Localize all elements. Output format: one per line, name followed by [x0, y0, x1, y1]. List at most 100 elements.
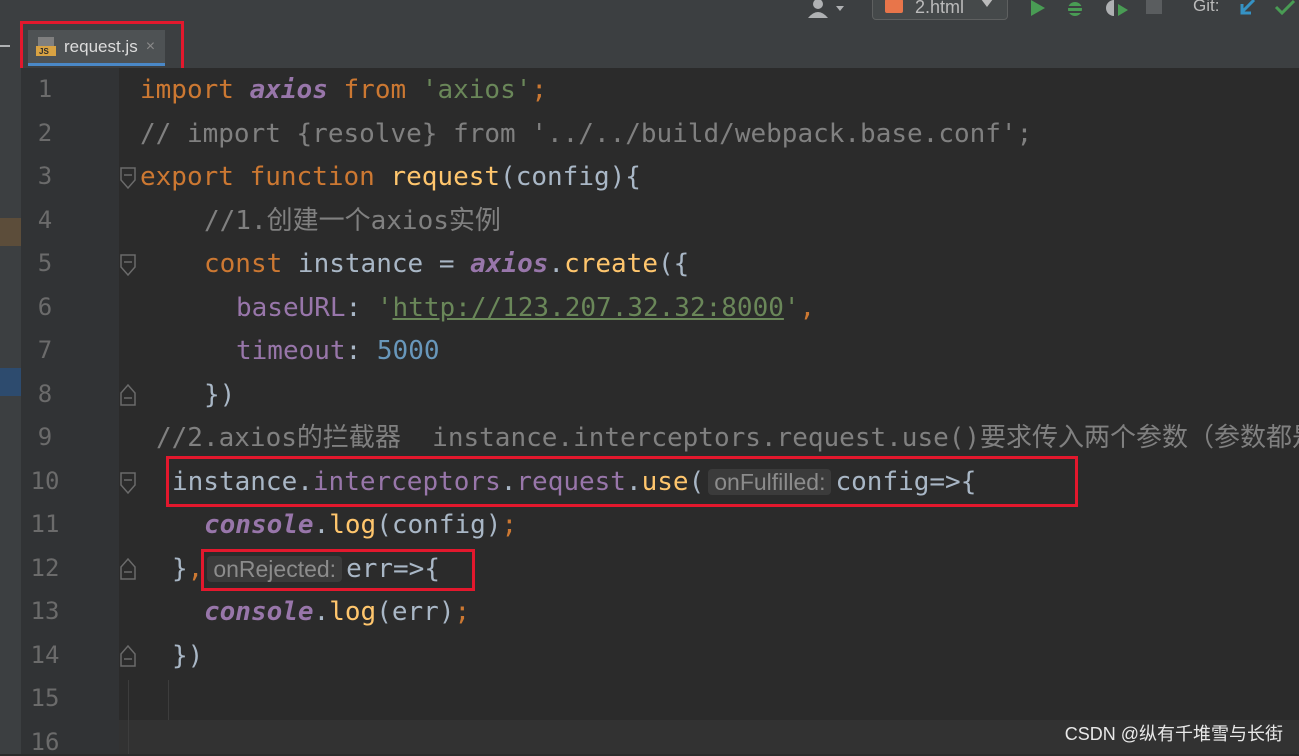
left-tool-strip: [0, 68, 21, 754]
semicolon: ;: [454, 597, 471, 627]
fold-open-icon[interactable]: [118, 166, 138, 190]
code-text: :: [345, 336, 377, 366]
line-number: 4: [37, 206, 53, 234]
code-text: err=>{: [346, 554, 440, 584]
bookmark-marker: [0, 368, 21, 396]
fold-close-icon[interactable]: [118, 557, 138, 581]
code-text: (err): [376, 597, 455, 627]
run-config-select[interactable]: 2.html: [872, 0, 1008, 20]
line-number: 13: [30, 597, 60, 625]
method-name: use: [641, 467, 689, 497]
line-number: 8: [37, 380, 53, 408]
property-name: timeout: [236, 336, 346, 366]
code-line-5: const instance = axios.create({: [204, 247, 689, 281]
line-number: 15: [30, 684, 60, 712]
code-text: (config){: [500, 162, 641, 192]
code-text: ({: [657, 249, 690, 279]
number-literal: 5000: [376, 336, 440, 366]
identifier: console: [204, 510, 314, 540]
code-text: .: [313, 510, 330, 540]
comma: ,: [187, 554, 204, 584]
code-line-13: console.log(err);: [204, 595, 470, 629]
fold-close-icon[interactable]: [118, 644, 138, 668]
string-literal: 'axios': [421, 75, 532, 105]
comma: ,: [799, 293, 816, 323]
chevron-down-icon: [981, 0, 993, 7]
line-number: 9: [37, 423, 53, 451]
code-line-2: // import {resolve} from '../../build/we…: [140, 119, 1033, 149]
code-line-12: }, onRejected: err=>{: [172, 552, 440, 586]
fold-close-icon[interactable]: [118, 383, 138, 407]
code-line-6: baseURL: 'http://123.207.32.32:8000',: [236, 291, 815, 325]
line-number: 14: [30, 641, 60, 669]
collapse-dash: [0, 45, 10, 47]
js-icon-text: JS: [39, 46, 49, 56]
keyword: export: [140, 162, 234, 192]
top-toolbar: 2.html Git:: [0, 0, 1299, 26]
property-name: interceptors: [312, 467, 501, 497]
string-quote: ': [783, 293, 800, 323]
keyword: import: [140, 75, 234, 105]
git-update-icon[interactable]: [1238, 0, 1258, 16]
parameter-hint: onFulfilled:: [708, 469, 832, 495]
tab-label: request.js: [64, 36, 138, 56]
keyword: function: [249, 162, 375, 192]
code-text: config=>{: [835, 467, 977, 497]
code-line-11: console.log(config);: [204, 508, 517, 542]
code-text: }: [172, 554, 188, 584]
semicolon: ;: [501, 510, 518, 540]
identifier: axios: [249, 75, 328, 105]
property-name: request: [516, 467, 626, 497]
code-line-10: instance.interceptors.request.use(onFulf…: [172, 465, 976, 499]
fold-open-icon[interactable]: [118, 253, 138, 277]
property-name: baseURL: [236, 293, 346, 323]
run-config-label: 2.html: [915, 0, 965, 17]
url-link[interactable]: http://123.207.32.32:8000: [393, 293, 784, 323]
semicolon: ;: [531, 75, 548, 105]
line-number: 16: [30, 728, 60, 756]
parameter-hint: onRejected:: [207, 556, 343, 582]
tab-request-js[interactable]: JS request.js ×: [28, 30, 166, 66]
code-text: instance: [172, 467, 298, 497]
code-text: (config): [376, 510, 502, 540]
git-commit-icon[interactable]: [1274, 0, 1296, 16]
html-file-icon: [885, 0, 903, 13]
identifier: axios: [470, 249, 549, 279]
git-label: Git:: [1193, 0, 1220, 15]
method-name: log: [329, 510, 377, 540]
method-name: log: [329, 597, 377, 627]
code-line-9: //2.axios的拦截器 instance.interceptors.requ…: [156, 423, 1299, 453]
close-icon[interactable]: ×: [146, 38, 155, 56]
code-text: .: [297, 467, 313, 497]
fold-open-icon[interactable]: [118, 471, 138, 495]
debug-icon[interactable]: [1064, 0, 1086, 16]
indent-guide: [128, 680, 129, 754]
line-number: 10: [30, 467, 60, 495]
indent-guide: [168, 680, 169, 720]
line-number: 3: [37, 162, 53, 190]
run-icon[interactable]: [1028, 0, 1048, 16]
identifier: console: [204, 597, 314, 627]
code-line-8: }): [204, 380, 236, 410]
stop-icon[interactable]: [1146, 0, 1162, 14]
bookmark-marker: [0, 218, 21, 246]
method-name: create: [564, 249, 658, 279]
code-line-7: timeout: 5000: [236, 334, 440, 368]
code-line-1: import axios from 'axios';: [140, 73, 547, 107]
code-text: (: [688, 467, 705, 497]
editor-tab-bar: [0, 26, 1299, 69]
line-number: 2: [37, 119, 53, 147]
line-number: 11: [30, 510, 60, 538]
code-line-4: //1.创建一个axios实例: [204, 206, 501, 236]
line-number: 12: [30, 554, 60, 582]
string-quote: ': [376, 293, 393, 323]
watermark: CSDN @纵有千堆雪与长街: [1064, 724, 1283, 744]
code-line-3: export function request(config){: [140, 160, 641, 194]
code-text: .: [548, 249, 565, 279]
keyword: from: [343, 75, 407, 105]
user-icon[interactable]: [806, 0, 846, 18]
js-file-icon: JS: [36, 36, 58, 57]
code-text: instance =: [282, 249, 471, 279]
line-number: 7: [37, 336, 53, 364]
coverage-icon[interactable]: [1104, 0, 1130, 16]
